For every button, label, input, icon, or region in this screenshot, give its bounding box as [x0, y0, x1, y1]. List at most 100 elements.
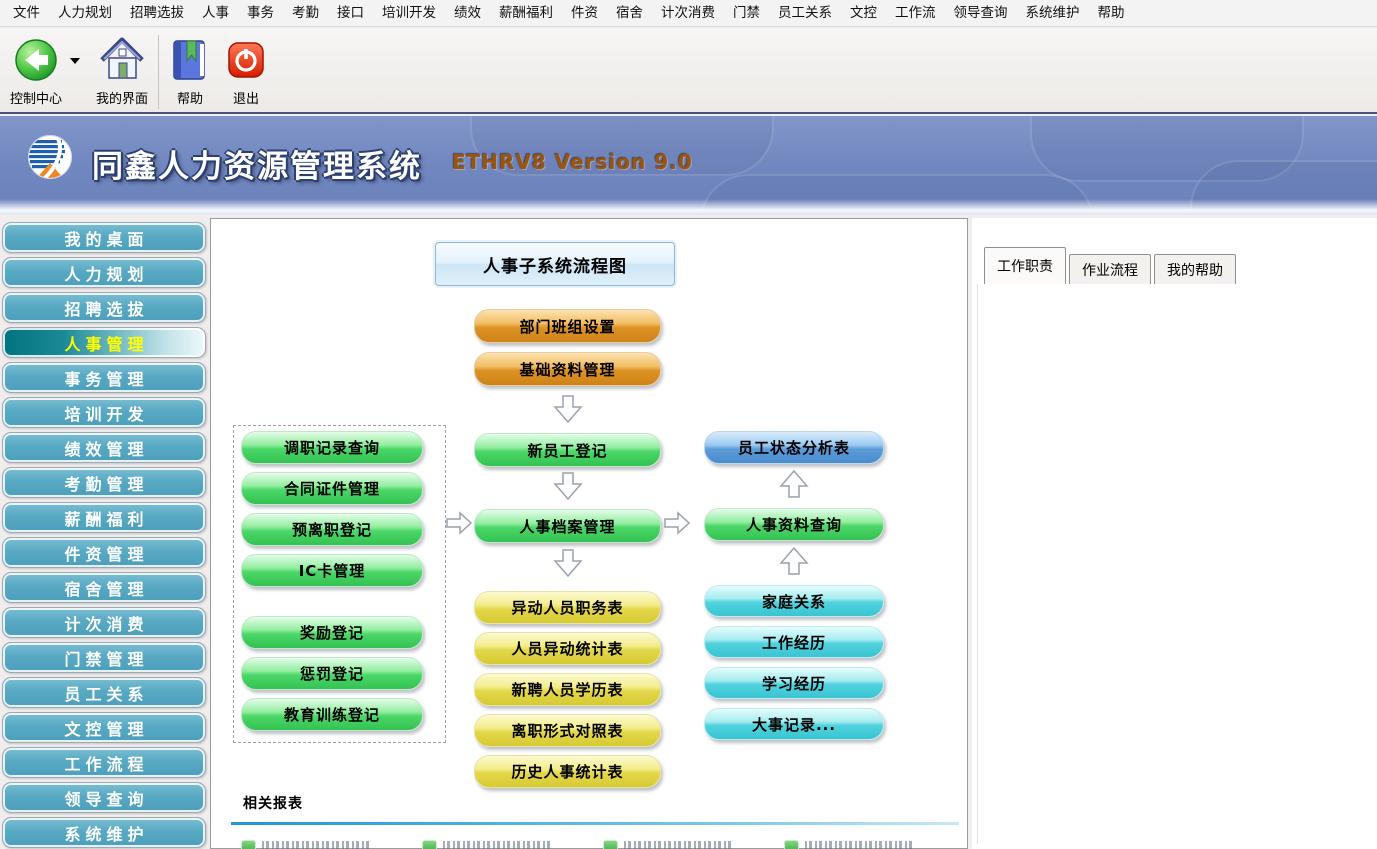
chevron-down-icon [70, 58, 80, 64]
menu-item-11[interactable]: 宿舍 [607, 0, 652, 26]
arrow-up-icon [779, 547, 809, 579]
exit-icon [225, 35, 267, 85]
menu-item-19[interactable]: 帮助 [1089, 0, 1134, 26]
sidebar-item-4[interactable]: 事务管理 [2, 362, 206, 393]
related-report-link-3[interactable] [784, 840, 913, 849]
flowchart-title-button[interactable]: 人事子系统流程图 [435, 242, 675, 286]
menu-item-3[interactable]: 人事 [193, 0, 238, 26]
sidebar-item-16[interactable]: 领导查询 [2, 782, 206, 813]
flow-detail-button-0[interactable]: 家庭关系 [704, 585, 884, 617]
flow-query-button[interactable]: 人事资料查询 [704, 508, 884, 541]
app-window: 文件人力规划招聘选拔人事事务考勤接口培训开发绩效薪酬福利件资宿舍计次消费门禁员工… [0, 0, 1377, 849]
flow-left-button-6[interactable]: 教育训练登记 [241, 698, 423, 731]
help-label: 帮助 [177, 88, 203, 107]
flowchart-setup-column: 部门班组设置基础资料管理 [474, 309, 661, 386]
menu-item-18[interactable]: 系统维护 [1017, 0, 1089, 26]
related-report-link-0[interactable] [241, 840, 370, 849]
sidebar-item-9[interactable]: 件资管理 [2, 537, 206, 568]
menu-item-7[interactable]: 培训开发 [373, 0, 445, 26]
report-link-label [443, 841, 551, 849]
flow-left-button-1[interactable]: 合同证件管理 [241, 472, 423, 505]
flow-setup-button-1[interactable]: 基础资料管理 [474, 352, 661, 386]
arrow-down-icon [553, 395, 583, 427]
flow-left-button-5[interactable]: 惩罚登记 [241, 657, 423, 690]
menu-item-15[interactable]: 文控 [841, 0, 886, 26]
control-center-button[interactable]: 控制中心 [10, 33, 62, 107]
menu-item-6[interactable]: 接口 [328, 0, 373, 26]
report-icon [784, 840, 799, 849]
flow-report-button-1[interactable]: 人员异动统计表 [474, 632, 661, 665]
sidebar-item-1[interactable]: 人力规划 [2, 257, 206, 288]
menu-item-1[interactable]: 人力规划 [49, 0, 121, 26]
flow-left-button-4[interactable]: 奖励登记 [241, 616, 423, 649]
menu-item-10[interactable]: 件资 [562, 0, 607, 26]
help-button[interactable]: 帮助 [169, 33, 211, 107]
flow-report-button-0[interactable]: 异动人员职务表 [474, 591, 661, 624]
related-reports-links [241, 840, 959, 849]
sidebar-item-8[interactable]: 薪酬福利 [2, 502, 206, 533]
flowchart-panel: 人事子系统流程图 部门班组设置基础资料管理 调职记录查询合同证件管理预离职登记 I… [210, 218, 968, 849]
menu-item-13[interactable]: 门禁 [724, 0, 769, 26]
banner-fade [0, 199, 1377, 215]
menu-item-2[interactable]: 招聘选拔 [121, 0, 193, 26]
sidebar-item-7[interactable]: 考勤管理 [2, 467, 206, 498]
banner-title: 同鑫人力资源管理系统 [92, 141, 422, 186]
menu-item-4[interactable]: 事务 [238, 0, 283, 26]
flowchart-right-column: 员工状态分析表人事资料查询家庭关系工作经历学习经历大事记录... [704, 431, 884, 749]
flow-report-button-4[interactable]: 历史人事统计表 [474, 755, 661, 788]
menu-item-14[interactable]: 员工关系 [769, 0, 841, 26]
my-interface-button[interactable]: 我的界面 [96, 33, 148, 107]
tab-0[interactable]: 工作职责 [984, 247, 1066, 284]
sidebar-item-11[interactable]: 计次消费 [2, 607, 206, 638]
sidebar-item-10[interactable]: 宿舍管理 [2, 572, 206, 603]
sidebar-item-12[interactable]: 门禁管理 [2, 642, 206, 673]
tab-1[interactable]: 作业流程 [1069, 254, 1151, 284]
related-report-link-1[interactable] [422, 840, 551, 849]
flow-report-button-2[interactable]: 新聘人员学历表 [474, 673, 661, 706]
flow-left-button-3[interactable]: IC卡管理 [241, 554, 423, 587]
control-center-dropdown-arrow[interactable] [62, 33, 88, 89]
home-icon [98, 35, 146, 85]
sidebar-item-14[interactable]: 文控管理 [2, 712, 206, 743]
flow-center-button-0[interactable]: 新员工登记 [474, 433, 661, 467]
flow-left-button-0[interactable]: 调职记录查询 [241, 431, 423, 464]
sidebar-item-15[interactable]: 工作流程 [2, 747, 206, 778]
flow-report-button-3[interactable]: 离职形式对照表 [474, 714, 661, 747]
report-link-label [624, 841, 732, 849]
flow-left-button-2[interactable]: 预离职登记 [241, 513, 423, 546]
menu-item-0[interactable]: 文件 [4, 0, 49, 26]
flow-center-button-1[interactable]: 人事档案管理 [474, 509, 661, 543]
sidebar-item-2[interactable]: 招聘选拔 [2, 292, 206, 323]
flow-detail-button-2[interactable]: 学习经历 [704, 667, 884, 699]
tab-2[interactable]: 我的帮助 [1154, 254, 1236, 284]
flow-detail-button-1[interactable]: 工作经历 [704, 626, 884, 658]
sidebar-item-17[interactable]: 系统维护 [2, 817, 206, 848]
sidebar-item-3[interactable]: 人事管理 [2, 327, 206, 358]
flow-detail-button-3[interactable]: 大事记录... [704, 708, 884, 740]
right-panel: 工作职责作业流程我的帮助 [972, 218, 1377, 849]
flow-setup-button-0[interactable]: 部门班组设置 [474, 309, 661, 343]
toolbar-separator [158, 35, 159, 109]
exit-label: 退出 [233, 88, 259, 107]
report-link-label [805, 841, 913, 849]
sidebar-item-13[interactable]: 员工关系 [2, 677, 206, 708]
menu-item-12[interactable]: 计次消费 [652, 0, 724, 26]
related-report-link-2[interactable] [603, 840, 732, 849]
flow-analysis-button[interactable]: 员工状态分析表 [704, 431, 884, 464]
back-icon [13, 35, 59, 85]
sidebar: 我的桌面人力规划招聘选拔人事管理事务管理培训开发绩效管理考勤管理薪酬福利件资管理… [2, 222, 206, 849]
sidebar-item-6[interactable]: 绩效管理 [2, 432, 206, 463]
menu-item-17[interactable]: 领导查询 [945, 0, 1017, 26]
menu-item-8[interactable]: 绩效 [445, 0, 490, 26]
report-icon [241, 840, 256, 849]
menu-item-5[interactable]: 考勤 [283, 0, 328, 26]
menu-item-16[interactable]: 工作流 [886, 0, 945, 26]
right-panel-tabs: 工作职责作业流程我的帮助 [984, 246, 1239, 284]
toolbar: 控制中心 我的界面 [0, 28, 1377, 114]
help-book-icon [169, 35, 211, 85]
menu-item-9[interactable]: 薪酬福利 [490, 0, 562, 26]
sidebar-item-0[interactable]: 我的桌面 [2, 222, 206, 253]
sidebar-item-5[interactable]: 培训开发 [2, 397, 206, 428]
exit-button[interactable]: 退出 [225, 33, 267, 107]
flowchart-left-column: 调职记录查询合同证件管理预离职登记 IC卡管理奖励登记惩罚登记教育训练登记 [241, 431, 423, 739]
